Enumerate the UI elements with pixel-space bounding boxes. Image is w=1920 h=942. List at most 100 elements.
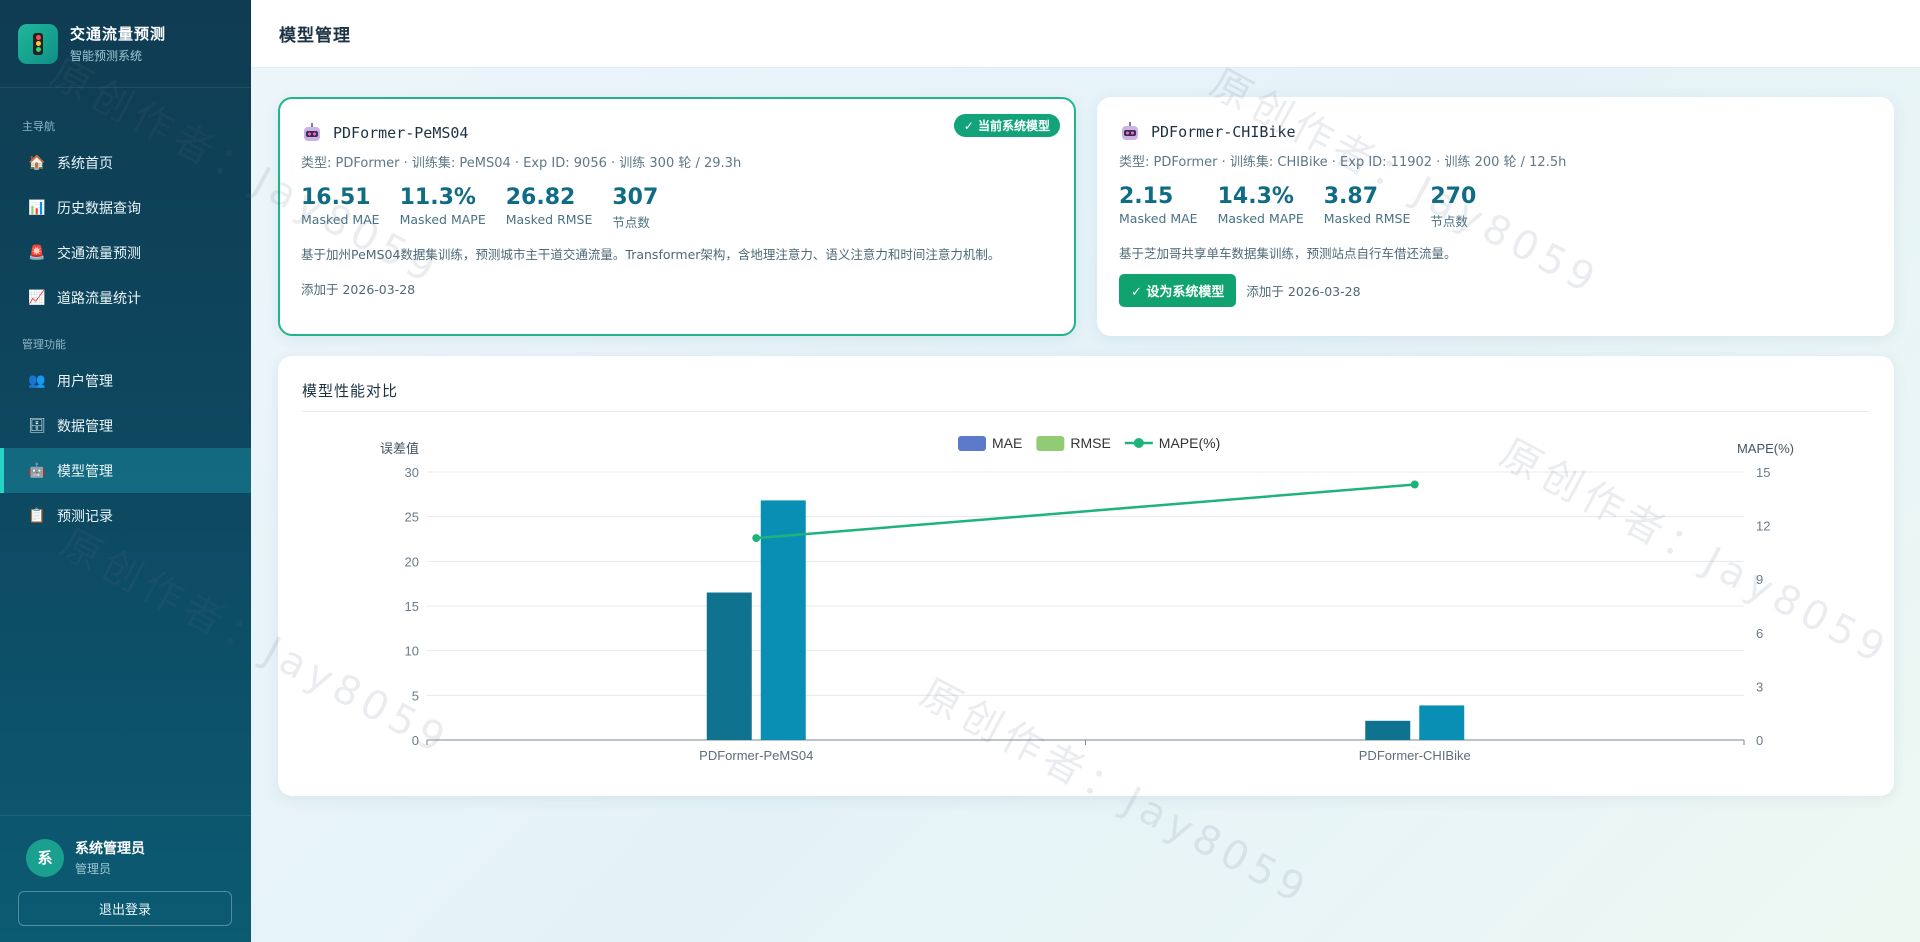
model-description: 基于芝加哥共享单车数据集训练，预测站点自行车借还流量。 [1119,246,1457,261]
nav-section-main: 主导航 [22,120,55,133]
metric-label: Masked MAE [301,212,380,227]
bar-mae [1365,720,1411,740]
performance-chart: 0 5 10 15 20 25 30 0 3 6 9 12 15 误差值 MAPE(%) PDFormer-P… [380,435,1794,763]
sidebar-footer: 系 系统管理员 管理员 退出登录 [0,815,251,942]
metric-value: 2.15 [1119,184,1174,209]
sidebar-item-history[interactable]: 📊 历史数据查询 [0,185,251,230]
y-tick-label: 5 [412,688,419,703]
mape-point [752,534,761,543]
user-role: 管理员 [75,862,112,876]
sidebar-item-label: 道路流量统计 [57,290,141,307]
legend-label: MAE [992,435,1022,451]
mape-point [1410,480,1419,489]
metric-label: Masked RMSE [505,212,593,227]
metric-label: Masked MAE [1119,211,1198,226]
sidebar-item-home[interactable]: 🏠 系统首页 [0,140,251,185]
x-tick-label: PDFormer-PeMS04 [699,748,813,763]
legend-label: RMSE [1070,435,1110,451]
y-tick-label: 25 [405,510,419,525]
user-info: 系 系统管理员 管理员 [26,838,233,877]
sidebar-item-users[interactable]: 👥 用户管理 [0,358,251,403]
sidebar-item-records[interactable]: 📋 预测记录 [0,493,251,538]
main-nav: 🏠 系统首页 📊 历史数据查询 🚨 交通流量预测 📈 道路流量统计 [0,140,251,320]
y-tick-label: 20 [405,554,419,569]
sidebar-item-label: 模型管理 [57,463,113,480]
page-title: 模型管理 [279,26,351,46]
model-card-pems04[interactable]: ✓ 当前系统模型 PDFormer-PeMS04 类型: PDFormer · … [278,97,1076,336]
set-system-model-button[interactable]: ✓ 设为系统模型 [1119,274,1237,307]
sidebar-item-label: 预测记录 [57,508,113,525]
metric-nodes: 270 节点数 [1430,184,1476,230]
y2-tick-label: 9 [1756,572,1763,587]
model-meta: 类型: PDFormer · 训练集: CHIBike · Exp ID: 11… [1119,155,1567,170]
y-axis-label: 误差值 [380,441,419,456]
logout-button[interactable]: 退出登录 [18,891,232,926]
metric-value: 307 [612,185,659,210]
bar-rmse [1419,705,1465,740]
mape-line [756,483,1415,540]
metric-value: 14.3% [1217,184,1294,209]
legend-label: MAPE(%) [1159,435,1220,451]
bar-chart-icon: 📊 [28,199,46,216]
y-tick-label: 15 [405,599,419,614]
model-name: PDFormer-PeMS04 [333,124,469,142]
metric-value: 270 [1430,184,1477,209]
admin-nav: 👥 用户管理 🗄 数据管理 🤖 模型管理 📋 预测记录 [0,358,251,538]
model-name: PDFormer-CHIBike [1151,123,1296,141]
model-description: 基于加州PeMS04数据集训练，预测城市主干道交通流量。Transformer架… [301,247,1001,262]
sidebar-item-label: 系统首页 [57,155,113,172]
metric-value: 16.51 [301,185,371,210]
y-tick-label: 30 [405,465,419,480]
sidebar-item-road-stats[interactable]: 📈 道路流量统计 [0,275,251,320]
legend-marker [1133,438,1144,448]
robot-icon [1122,122,1138,140]
metric-label: 节点数 [1430,214,1468,229]
metric-mae: 2.15 Masked MAE [1119,184,1198,230]
y2-tick-label: 6 [1756,626,1763,641]
clipboard-icon: 📋 [28,507,46,524]
model-metrics: 16.51 Masked MAE 11.3% Masked MAPE 26.82 Ma… [301,185,1053,231]
model-added-date: 添加于 2026-03-28 [1246,284,1361,299]
current-model-badge: ✓ 当前系统模型 [953,114,1060,137]
line-chart-icon: 📈 [28,289,46,306]
y-tick-label: 0 [412,733,419,748]
model-card-chibike[interactable]: PDFormer-CHIBike 类型: PDFormer · 训练集: CHI… [1097,97,1894,336]
model-metrics: 2.15 Masked MAE 14.3% Masked MAPE 3.87 Mask… [1119,184,1872,230]
y2-axis-label: MAPE(%) [1737,441,1794,456]
sidebar-item-label: 数据管理 [57,418,113,435]
model-added-date: 添加于 2026-03-28 [301,282,416,297]
metric-mape: 11.3% Masked MAPE [400,185,486,231]
metric-nodes: 307 节点数 [612,185,658,231]
y2-tick-label: 15 [1756,465,1770,480]
metric-value: 26.82 [505,185,576,210]
sidebar-item-label: 用户管理 [57,373,113,390]
sidebar-item-models[interactable]: 🤖 模型管理 [0,448,251,493]
app-subtitle: 智能预测系统 [70,49,143,63]
sidebar-item-label: 交通流量预测 [57,245,141,262]
metric-label: 节点数 [612,215,650,230]
metric-mae: 16.51 Masked MAE [301,185,380,231]
traffic-light-icon [18,23,58,64]
robot-icon: 🤖 [28,462,46,479]
home-icon: 🏠 [28,154,46,171]
metric-label: Masked RMSE [1323,211,1411,226]
user-name: 系统管理员 [75,841,145,857]
metric-rmse: 26.82 Masked RMSE [506,185,593,231]
brand: 交通流量预测 智能预测系统 [0,0,251,88]
x-tick-label: PDFormer-CHIBike [1359,748,1471,763]
robot-icon [304,123,320,141]
metric-label: Masked MAPE [399,212,486,227]
metric-label: Masked MAPE [1217,211,1304,226]
sidebar-item-label: 历史数据查询 [57,200,141,217]
avatar: 系 [26,838,64,877]
model-meta: 类型: PDFormer · 训练集: PeMS04 · Exp ID: 905… [301,156,742,171]
sidebar-item-prediction[interactable]: 🚨 交通流量预测 [0,230,251,275]
y2-tick-label: 3 [1756,679,1763,694]
legend-swatch [958,436,986,451]
bar-mae [706,592,752,740]
y2-tick-label: 12 [1756,519,1770,534]
sidebar-item-data[interactable]: 🗄 数据管理 [0,403,251,448]
y-tick-label: 10 [405,644,419,659]
users-icon: 👥 [28,372,46,389]
performance-chart-card: 模型性能对比 0 5 10 15 20 25 30 0 3 6 9 12 15 误差值 MAPE(%) PDF… [278,356,1894,796]
